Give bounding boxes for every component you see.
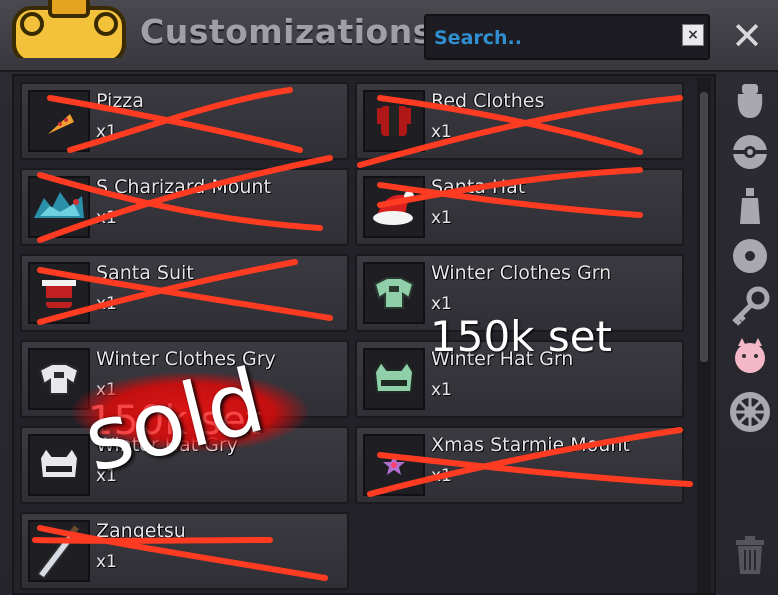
bottle-icon[interactable] [728, 184, 772, 228]
item-slot [28, 520, 90, 582]
item-quantity: x1 [431, 380, 452, 400]
winter-hat-green-icon [373, 360, 415, 393]
item-name: Santa Suit [96, 262, 194, 284]
pokeball-icon[interactable] [728, 130, 772, 174]
item-quantity: x1 [96, 208, 117, 228]
santa-hat-icon [373, 191, 414, 225]
item-name: Xmas Starmie Mount [431, 434, 630, 456]
item-quantity: x1 [96, 294, 117, 314]
price-annotation: 150k set [430, 312, 613, 361]
winter-clothes-green-icon [373, 277, 415, 309]
red-clothes-icon [377, 106, 411, 136]
charizard-mount-icon [34, 192, 84, 218]
item-quantity: x1 [96, 552, 117, 572]
item-name: Zangetsu [96, 520, 186, 542]
item-quantity: x1 [431, 122, 452, 142]
santa-suit-icon [42, 280, 76, 308]
item-name: Red Clothes [431, 90, 545, 112]
item-quantity: x1 [431, 466, 452, 486]
item-card-red-clothes[interactable]: Red Clothes x1 [355, 82, 684, 160]
item-name: Pizza [96, 90, 144, 112]
item-card-santa-hat[interactable]: Santa Hat x1 [355, 168, 684, 246]
item-slot [28, 176, 90, 238]
item-name: S Charizard Mount [96, 176, 271, 198]
disc-icon[interactable] [728, 234, 772, 278]
item-slot [28, 90, 90, 152]
scrollbar-thumb[interactable] [700, 92, 708, 362]
clefairy-icon[interactable] [728, 334, 772, 378]
category-sidebar [722, 72, 778, 595]
item-card-zangetsu[interactable]: Zangetsu x1 [20, 512, 349, 590]
starmie-mount-icon [383, 454, 405, 475]
search-box[interactable]: × [424, 14, 710, 60]
pizza-icon [48, 114, 74, 134]
item-card-pizza[interactable]: Pizza x1 [20, 82, 349, 160]
item-slot [363, 348, 425, 410]
item-name: Santa Hat [431, 176, 526, 198]
item-card-xmas-starmie-mount[interactable]: Xmas Starmie Mount x1 [355, 426, 684, 504]
item-name: Winter Clothes Grn [431, 262, 612, 284]
item-slot [363, 262, 425, 324]
bag-icon[interactable] [728, 78, 772, 122]
backpack-icon [12, 0, 126, 58]
item-slot [363, 90, 425, 152]
item-quantity: x1 [96, 122, 117, 142]
item-quantity: x1 [431, 208, 452, 228]
title-bar: Customizations × ✕ [0, 0, 778, 72]
wheel-icon[interactable] [728, 390, 772, 434]
item-card-charizard-mount[interactable]: S Charizard Mount x1 [20, 168, 349, 246]
item-card-santa-suit[interactable]: Santa Suit x1 [20, 254, 349, 332]
zangetsu-sword-icon [36, 525, 79, 580]
search-clear-button[interactable]: × [682, 24, 704, 46]
window-title: Customizations [140, 12, 433, 51]
customizations-window: Customizations × ✕ Pizza x1 Red Clothes [0, 0, 778, 595]
item-slot [363, 176, 425, 238]
key-icon[interactable] [728, 284, 772, 328]
item-slot [363, 434, 425, 496]
item-quantity: x1 [431, 294, 452, 314]
search-input[interactable] [432, 24, 672, 52]
item-slot [28, 262, 90, 324]
trash-icon[interactable] [728, 532, 772, 576]
close-button[interactable]: ✕ [727, 16, 767, 56]
